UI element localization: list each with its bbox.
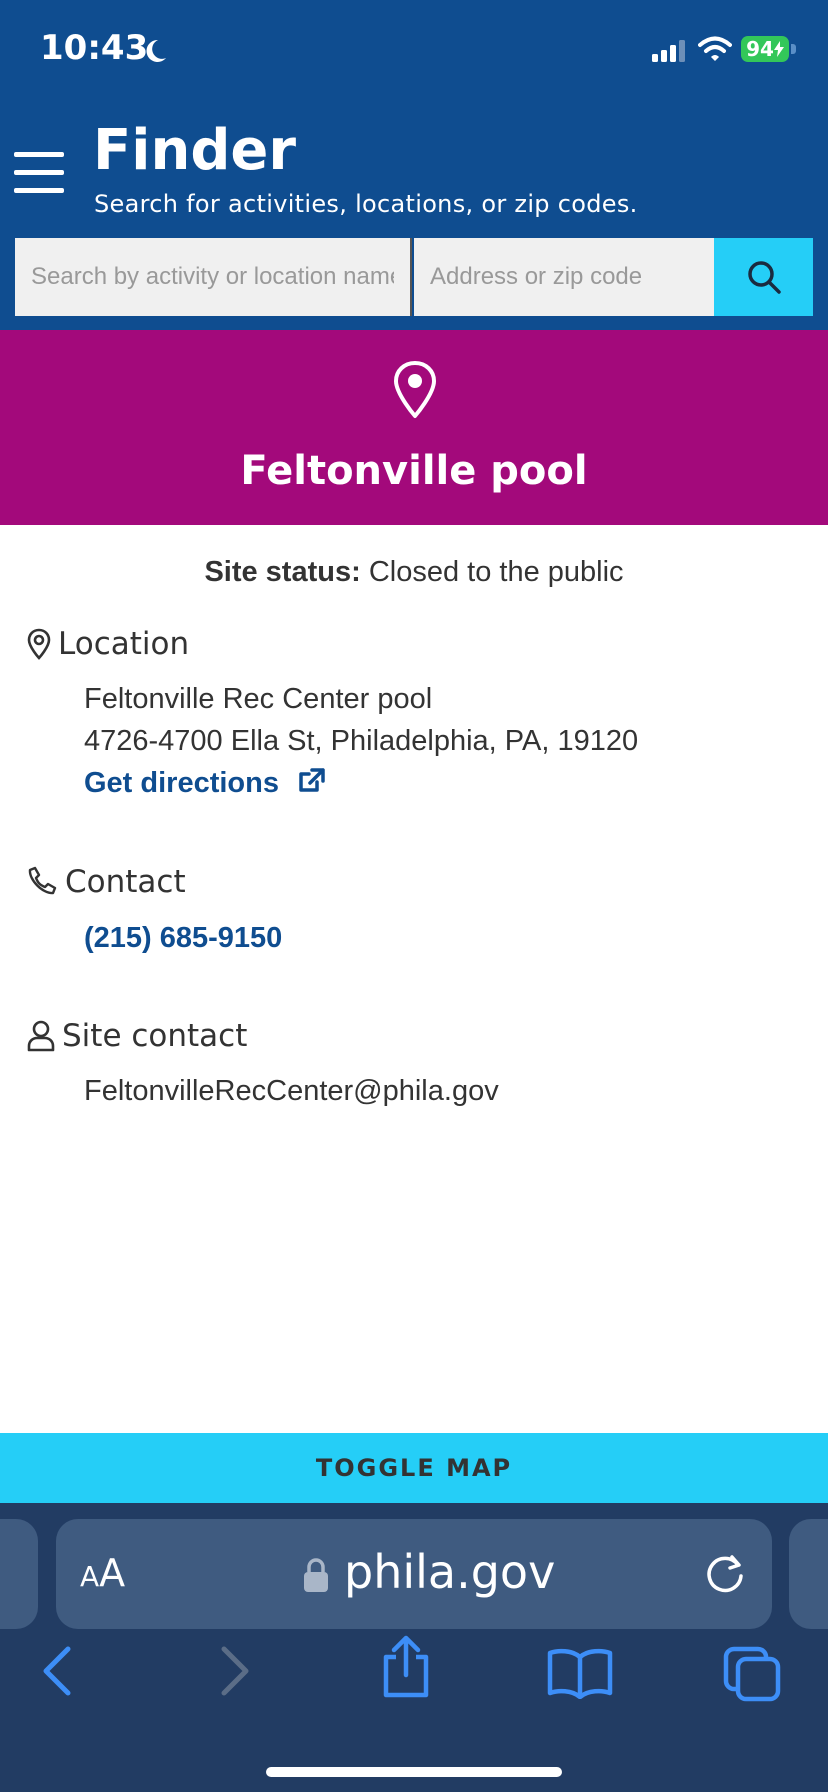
address-bar[interactable]: AA phila.gov — [56, 1519, 772, 1629]
search-button[interactable] — [714, 238, 813, 316]
menu-button[interactable] — [14, 150, 64, 196]
aa-large-letter: A — [99, 1551, 126, 1595]
hamburger-icon-bar — [14, 188, 64, 193]
battery-indicator: 94 — [741, 36, 789, 62]
forward-icon[interactable] — [214, 1643, 254, 1699]
url-text: phila.gov — [344, 1545, 556, 1599]
site-status-label: Site status: — [204, 556, 361, 588]
previous-tab-peek[interactable] — [0, 1519, 38, 1629]
bookmarks-icon[interactable] — [546, 1647, 614, 1699]
phone-link[interactable]: (215) 685-9150 — [84, 922, 282, 955]
search-icon — [747, 261, 781, 294]
battery-level: 94 — [746, 37, 774, 61]
phone-icon — [28, 866, 57, 895]
aa-small-letter: A — [80, 1560, 100, 1593]
site-title: Feltonville pool — [240, 448, 588, 494]
toggle-map-button[interactable]: TOGGLE MAP — [0, 1433, 828, 1503]
get-directions-label: Get directions — [84, 767, 279, 799]
user-icon — [27, 1020, 55, 1052]
next-tab-peek[interactable] — [789, 1519, 828, 1629]
site-status-value: Closed to the public — [368, 556, 624, 588]
status-time: 10:43 — [40, 28, 149, 68]
location-heading: Location — [58, 626, 190, 662]
battery-tip — [791, 44, 796, 54]
browser-toolbar: AA phila.gov — [0, 1503, 828, 1792]
wifi-icon — [698, 36, 732, 61]
map-pin-icon — [394, 361, 436, 418]
cellular-signal-icon — [652, 40, 685, 62]
back-icon[interactable] — [38, 1643, 78, 1699]
reload-icon[interactable] — [702, 1551, 748, 1597]
reader-options-button[interactable]: AA — [80, 1551, 125, 1595]
app-title: Finder — [93, 118, 296, 183]
tabs-icon[interactable] — [722, 1645, 782, 1703]
activity-search-input[interactable] — [15, 238, 412, 316]
share-icon[interactable] — [378, 1635, 434, 1699]
site-contact-email: FeltonvilleRecCenter@phila.gov — [84, 1075, 499, 1107]
status-bar: 10:43 94 — [0, 0, 828, 100]
location-pin-icon — [27, 628, 51, 660]
charging-bolt-icon — [773, 41, 784, 57]
external-link-icon — [299, 768, 325, 792]
hamburger-icon-bar — [14, 170, 64, 175]
app-header: Finder Search for activities, locations,… — [0, 100, 828, 330]
location-address: 4726-4700 Ella St, Philadelphia, PA, 191… — [84, 725, 639, 757]
home-indicator — [266, 1767, 562, 1777]
moon-icon — [146, 39, 166, 62]
address-search-input[interactable] — [414, 238, 714, 316]
get-directions-link[interactable]: Get directions — [84, 767, 325, 800]
site-status: Site status: Closed to the public — [0, 556, 828, 589]
lock-icon — [304, 1558, 328, 1592]
site-contact-heading: Site contact — [62, 1018, 248, 1054]
location-name: Feltonville Rec Center pool — [84, 683, 433, 715]
app-subtitle: Search for activities, locations, or zip… — [94, 190, 638, 218]
site-banner: Feltonville pool — [0, 330, 828, 525]
contact-heading: Contact — [65, 864, 186, 900]
hamburger-icon — [14, 152, 64, 157]
